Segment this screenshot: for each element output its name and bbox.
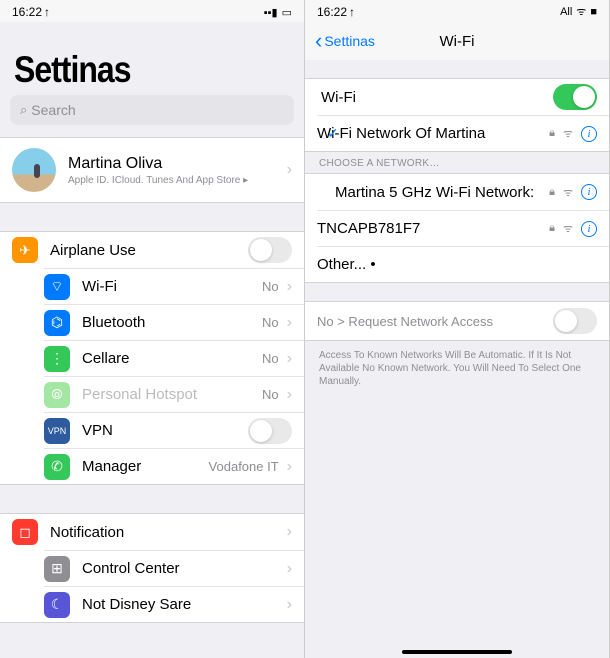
bluetooth-row[interactable]: ⌬ Bluetooth No› <box>44 304 304 340</box>
location-icon: ↑ <box>349 5 355 19</box>
footer-text: Access To Known Networks Will Be Automat… <box>305 341 609 396</box>
chevron-right-icon: › <box>287 523 292 541</box>
wifi-screen: 16:22↑ All ᯤ ■ ‹Settinas Wi-Fi Wi-Fi ✓ Wi-… <box>305 0 610 658</box>
chevron-right-icon: › <box>287 596 292 614</box>
network-row[interactable]: Martina 5 GHz Wi-Fi Network: 🔒︎ᯤi <box>305 174 609 210</box>
choose-network-header: CHOOSE A NETWORK… <box>305 152 609 173</box>
network-row[interactable]: TNCAPB781F7 🔒︎ᯤi <box>317 210 609 246</box>
airplane-row[interactable]: ✈ Airplane Use <box>0 232 304 268</box>
wifi-toggle[interactable] <box>553 84 597 110</box>
wifi-row[interactable]: ⌔ Wi-Fi No› <box>44 268 304 304</box>
vpn-toggle[interactable] <box>248 418 292 444</box>
nav-header: ‹Settinas Wi-Fi <box>305 22 609 60</box>
nav-title: Wi-Fi <box>440 33 475 50</box>
hotspot-row[interactable]: ⦾ Personal Hotspot No› <box>44 376 304 412</box>
chevron-right-icon: › <box>287 386 292 404</box>
chevron-right-icon: › <box>287 278 292 296</box>
chevron-right-icon: › <box>287 560 292 578</box>
control-center-icon: ⊞ <box>44 556 70 582</box>
system-section: ◻ Notification › ⊞ Control Center › ☾ No… <box>0 513 304 623</box>
cellular-row[interactable]: ⋮ Cellare No› <box>44 340 304 376</box>
hotspot-icon: ⦾ <box>44 382 70 408</box>
ask-to-join-toggle[interactable] <box>553 308 597 334</box>
chevron-right-icon: › <box>287 314 292 332</box>
status-time: 16:22 <box>317 5 347 19</box>
cellular-icon: ⋮ <box>44 346 70 372</box>
connectivity-section: ✈ Airplane Use ⌔ Wi-Fi No› ⌬ Bluetooth N… <box>0 231 304 485</box>
ask-to-join-row[interactable]: No > Request Network Access <box>305 301 609 341</box>
carrier-row[interactable]: ✆ Manager Vodafone IT› <box>44 448 304 484</box>
wifi-signal-icon: ᯤ <box>563 126 573 141</box>
notification-icon: ◻ <box>12 519 38 545</box>
moon-icon: ☾ <box>44 592 70 618</box>
wifi-icon: ⌔ <box>44 274 70 300</box>
search-icon: ⌕ <box>20 102 27 118</box>
airplane-icon: ✈ <box>12 237 38 263</box>
notifications-row[interactable]: ◻ Notification › <box>0 514 304 550</box>
lock-icon: 🔒︎ <box>549 127 555 140</box>
home-indicator[interactable] <box>402 650 512 654</box>
all-label: All <box>560 6 572 18</box>
info-icon[interactable]: i <box>581 184 597 200</box>
lock-icon: 🔒︎ <box>549 186 555 199</box>
other-network-row[interactable]: Other... • <box>317 246 609 282</box>
airplane-toggle[interactable] <box>248 237 292 263</box>
chevron-right-icon: › <box>287 350 292 368</box>
dnd-row[interactable]: ☾ Not Disney Sare › <box>44 586 304 622</box>
profile-section: Martina Oliva Apple ID. ICloud. Tunes An… <box>0 137 304 203</box>
chevron-right-icon: › <box>287 458 292 476</box>
wifi-icon: ᯤ <box>576 4 586 19</box>
chevron-left-icon: ‹ <box>315 28 322 54</box>
lock-icon: 🔒︎ <box>549 222 555 235</box>
back-button[interactable]: ‹Settinas <box>315 28 375 54</box>
control-center-row[interactable]: ⊞ Control Center › <box>44 550 304 586</box>
info-icon[interactable]: i <box>581 126 597 142</box>
networks-section: Martina 5 GHz Wi-Fi Network: 🔒︎ᯤi TNCAPB… <box>305 173 609 283</box>
profile-sub: Apple ID. ICloud. Tunes And App Store ▸ <box>68 175 285 186</box>
wifi-toggle-row[interactable]: Wi-Fi <box>305 79 609 115</box>
battery-icon: ■ <box>590 6 597 18</box>
profile-name: Martina Oliva <box>68 155 285 173</box>
vpn-row[interactable]: VPN VPN <box>44 412 304 448</box>
checkmark-icon: ✓ <box>327 125 339 142</box>
settings-screen: 16:22↑ ▪▪▮▭ Settinas ⌕Search Martina Oli… <box>0 0 305 658</box>
vpn-icon: VPN <box>44 418 70 444</box>
wifi-toggle-section: Wi-Fi ✓ Wi-Fi Network Of Martina 🔒︎ᯤi <box>305 78 609 152</box>
wifi-signal-icon: ᯤ <box>563 221 573 236</box>
avatar <box>12 148 56 192</box>
info-icon[interactable]: i <box>581 221 597 237</box>
page-title: Settinas <box>0 17 304 101</box>
bluetooth-icon: ⌬ <box>44 310 70 336</box>
connected-network-row[interactable]: ✓ Wi-Fi Network Of Martina 🔒︎ᯤi <box>317 115 609 151</box>
wifi-signal-icon: ᯤ <box>563 185 573 200</box>
phone-icon: ✆ <box>44 454 70 480</box>
apple-id-row[interactable]: Martina Oliva Apple ID. ICloud. Tunes An… <box>0 138 304 202</box>
chevron-right-icon: › <box>287 161 292 179</box>
status-bar: 16:22↑ All ᯤ ■ <box>305 0 609 22</box>
